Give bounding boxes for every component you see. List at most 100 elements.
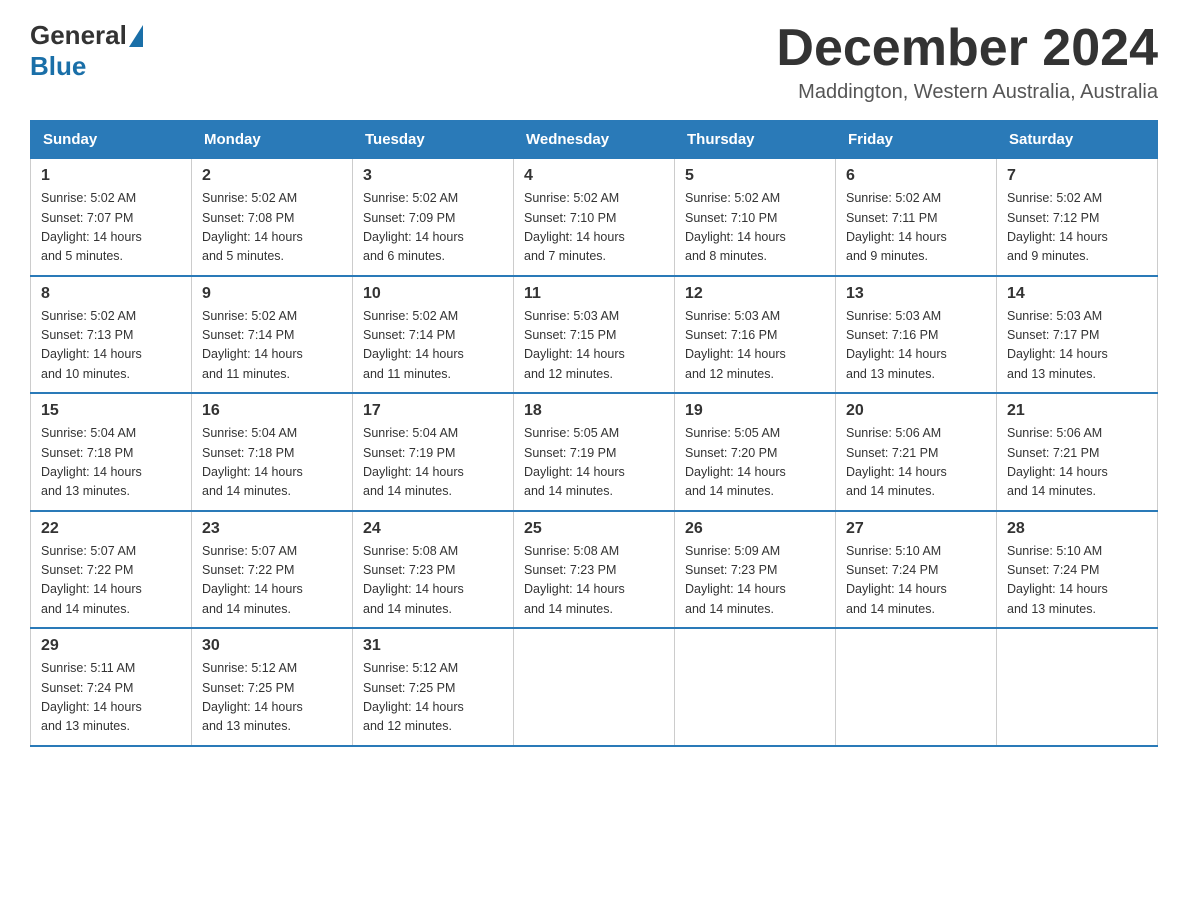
logo-blue-text: Blue xyxy=(30,51,86,81)
table-cell: 30 Sunrise: 5:12 AM Sunset: 7:25 PM Dayl… xyxy=(192,628,353,746)
table-cell: 26 Sunrise: 5:09 AM Sunset: 7:23 PM Dayl… xyxy=(675,511,836,629)
week-row-5: 29 Sunrise: 5:11 AM Sunset: 7:24 PM Dayl… xyxy=(31,628,1158,746)
day-info: Sunrise: 5:04 AM Sunset: 7:18 PM Dayligh… xyxy=(41,424,181,502)
header-tuesday: Tuesday xyxy=(353,121,514,159)
day-info: Sunrise: 5:08 AM Sunset: 7:23 PM Dayligh… xyxy=(524,542,664,620)
table-cell xyxy=(514,628,675,746)
day-number: 24 xyxy=(363,520,503,538)
day-info: Sunrise: 5:07 AM Sunset: 7:22 PM Dayligh… xyxy=(202,542,342,620)
table-cell: 20 Sunrise: 5:06 AM Sunset: 7:21 PM Dayl… xyxy=(836,393,997,511)
table-cell: 4 Sunrise: 5:02 AM Sunset: 7:10 PM Dayli… xyxy=(514,159,675,276)
logo: General Blue xyxy=(30,20,145,82)
day-info: Sunrise: 5:02 AM Sunset: 7:07 PM Dayligh… xyxy=(41,189,181,267)
table-cell: 15 Sunrise: 5:04 AM Sunset: 7:18 PM Dayl… xyxy=(31,393,192,511)
table-cell: 19 Sunrise: 5:05 AM Sunset: 7:20 PM Dayl… xyxy=(675,393,836,511)
header-monday: Monday xyxy=(192,121,353,159)
table-cell: 5 Sunrise: 5:02 AM Sunset: 7:10 PM Dayli… xyxy=(675,159,836,276)
table-cell: 11 Sunrise: 5:03 AM Sunset: 7:15 PM Dayl… xyxy=(514,276,675,394)
week-row-3: 15 Sunrise: 5:04 AM Sunset: 7:18 PM Dayl… xyxy=(31,393,1158,511)
day-number: 20 xyxy=(846,402,986,420)
day-number: 29 xyxy=(41,637,181,655)
day-number: 17 xyxy=(363,402,503,420)
day-number: 31 xyxy=(363,637,503,655)
day-info: Sunrise: 5:03 AM Sunset: 7:16 PM Dayligh… xyxy=(846,307,986,385)
table-cell: 7 Sunrise: 5:02 AM Sunset: 7:12 PM Dayli… xyxy=(997,159,1158,276)
day-number: 6 xyxy=(846,167,986,185)
day-info: Sunrise: 5:03 AM Sunset: 7:16 PM Dayligh… xyxy=(685,307,825,385)
day-number: 8 xyxy=(41,285,181,303)
day-info: Sunrise: 5:06 AM Sunset: 7:21 PM Dayligh… xyxy=(846,424,986,502)
day-number: 9 xyxy=(202,285,342,303)
day-number: 11 xyxy=(524,285,664,303)
header-friday: Friday xyxy=(836,121,997,159)
day-number: 16 xyxy=(202,402,342,420)
table-cell: 31 Sunrise: 5:12 AM Sunset: 7:25 PM Dayl… xyxy=(353,628,514,746)
table-cell: 17 Sunrise: 5:04 AM Sunset: 7:19 PM Dayl… xyxy=(353,393,514,511)
day-number: 7 xyxy=(1007,167,1147,185)
calendar-table: Sunday Monday Tuesday Wednesday Thursday… xyxy=(30,120,1158,747)
header-sunday: Sunday xyxy=(31,121,192,159)
day-number: 2 xyxy=(202,167,342,185)
day-info: Sunrise: 5:06 AM Sunset: 7:21 PM Dayligh… xyxy=(1007,424,1147,502)
day-info: Sunrise: 5:02 AM Sunset: 7:14 PM Dayligh… xyxy=(363,307,503,385)
day-number: 23 xyxy=(202,520,342,538)
header-wednesday: Wednesday xyxy=(514,121,675,159)
table-cell: 12 Sunrise: 5:03 AM Sunset: 7:16 PM Dayl… xyxy=(675,276,836,394)
day-number: 10 xyxy=(363,285,503,303)
day-info: Sunrise: 5:10 AM Sunset: 7:24 PM Dayligh… xyxy=(846,542,986,620)
week-row-4: 22 Sunrise: 5:07 AM Sunset: 7:22 PM Dayl… xyxy=(31,511,1158,629)
day-info: Sunrise: 5:02 AM Sunset: 7:12 PM Dayligh… xyxy=(1007,189,1147,267)
table-cell: 3 Sunrise: 5:02 AM Sunset: 7:09 PM Dayli… xyxy=(353,159,514,276)
day-number: 26 xyxy=(685,520,825,538)
day-number: 12 xyxy=(685,285,825,303)
day-info: Sunrise: 5:07 AM Sunset: 7:22 PM Dayligh… xyxy=(41,542,181,620)
day-info: Sunrise: 5:02 AM Sunset: 7:13 PM Dayligh… xyxy=(41,307,181,385)
day-info: Sunrise: 5:12 AM Sunset: 7:25 PM Dayligh… xyxy=(363,659,503,737)
day-info: Sunrise: 5:02 AM Sunset: 7:08 PM Dayligh… xyxy=(202,189,342,267)
location-subtitle: Maddington, Western Australia, Australia xyxy=(776,81,1158,104)
header-thursday: Thursday xyxy=(675,121,836,159)
page-header: General Blue December 2024 Maddington, W… xyxy=(30,20,1158,104)
table-cell: 13 Sunrise: 5:03 AM Sunset: 7:16 PM Dayl… xyxy=(836,276,997,394)
day-number: 18 xyxy=(524,402,664,420)
table-cell xyxy=(997,628,1158,746)
day-number: 22 xyxy=(41,520,181,538)
month-title: December 2024 xyxy=(776,20,1158,77)
week-row-1: 1 Sunrise: 5:02 AM Sunset: 7:07 PM Dayli… xyxy=(31,159,1158,276)
day-info: Sunrise: 5:02 AM Sunset: 7:10 PM Dayligh… xyxy=(685,189,825,267)
table-cell: 9 Sunrise: 5:02 AM Sunset: 7:14 PM Dayli… xyxy=(192,276,353,394)
table-cell: 23 Sunrise: 5:07 AM Sunset: 7:22 PM Dayl… xyxy=(192,511,353,629)
week-row-2: 8 Sunrise: 5:02 AM Sunset: 7:13 PM Dayli… xyxy=(31,276,1158,394)
table-cell: 8 Sunrise: 5:02 AM Sunset: 7:13 PM Dayli… xyxy=(31,276,192,394)
day-info: Sunrise: 5:09 AM Sunset: 7:23 PM Dayligh… xyxy=(685,542,825,620)
table-cell: 16 Sunrise: 5:04 AM Sunset: 7:18 PM Dayl… xyxy=(192,393,353,511)
table-cell: 22 Sunrise: 5:07 AM Sunset: 7:22 PM Dayl… xyxy=(31,511,192,629)
table-cell: 28 Sunrise: 5:10 AM Sunset: 7:24 PM Dayl… xyxy=(997,511,1158,629)
table-cell: 21 Sunrise: 5:06 AM Sunset: 7:21 PM Dayl… xyxy=(997,393,1158,511)
day-info: Sunrise: 5:04 AM Sunset: 7:19 PM Dayligh… xyxy=(363,424,503,502)
day-number: 25 xyxy=(524,520,664,538)
day-number: 21 xyxy=(1007,402,1147,420)
day-number: 4 xyxy=(524,167,664,185)
day-number: 15 xyxy=(41,402,181,420)
day-number: 14 xyxy=(1007,285,1147,303)
day-number: 3 xyxy=(363,167,503,185)
day-number: 13 xyxy=(846,285,986,303)
day-info: Sunrise: 5:12 AM Sunset: 7:25 PM Dayligh… xyxy=(202,659,342,737)
day-info: Sunrise: 5:02 AM Sunset: 7:14 PM Dayligh… xyxy=(202,307,342,385)
header-saturday: Saturday xyxy=(997,121,1158,159)
table-cell: 24 Sunrise: 5:08 AM Sunset: 7:23 PM Dayl… xyxy=(353,511,514,629)
day-info: Sunrise: 5:05 AM Sunset: 7:19 PM Dayligh… xyxy=(524,424,664,502)
day-number: 5 xyxy=(685,167,825,185)
day-number: 19 xyxy=(685,402,825,420)
weekday-header-row: Sunday Monday Tuesday Wednesday Thursday… xyxy=(31,121,1158,159)
day-info: Sunrise: 5:02 AM Sunset: 7:10 PM Dayligh… xyxy=(524,189,664,267)
day-info: Sunrise: 5:05 AM Sunset: 7:20 PM Dayligh… xyxy=(685,424,825,502)
day-info: Sunrise: 5:11 AM Sunset: 7:24 PM Dayligh… xyxy=(41,659,181,737)
day-info: Sunrise: 5:10 AM Sunset: 7:24 PM Dayligh… xyxy=(1007,542,1147,620)
table-cell: 27 Sunrise: 5:10 AM Sunset: 7:24 PM Dayl… xyxy=(836,511,997,629)
table-cell: 6 Sunrise: 5:02 AM Sunset: 7:11 PM Dayli… xyxy=(836,159,997,276)
logo-general-text: General xyxy=(30,20,127,51)
table-cell: 29 Sunrise: 5:11 AM Sunset: 7:24 PM Dayl… xyxy=(31,628,192,746)
day-info: Sunrise: 5:08 AM Sunset: 7:23 PM Dayligh… xyxy=(363,542,503,620)
